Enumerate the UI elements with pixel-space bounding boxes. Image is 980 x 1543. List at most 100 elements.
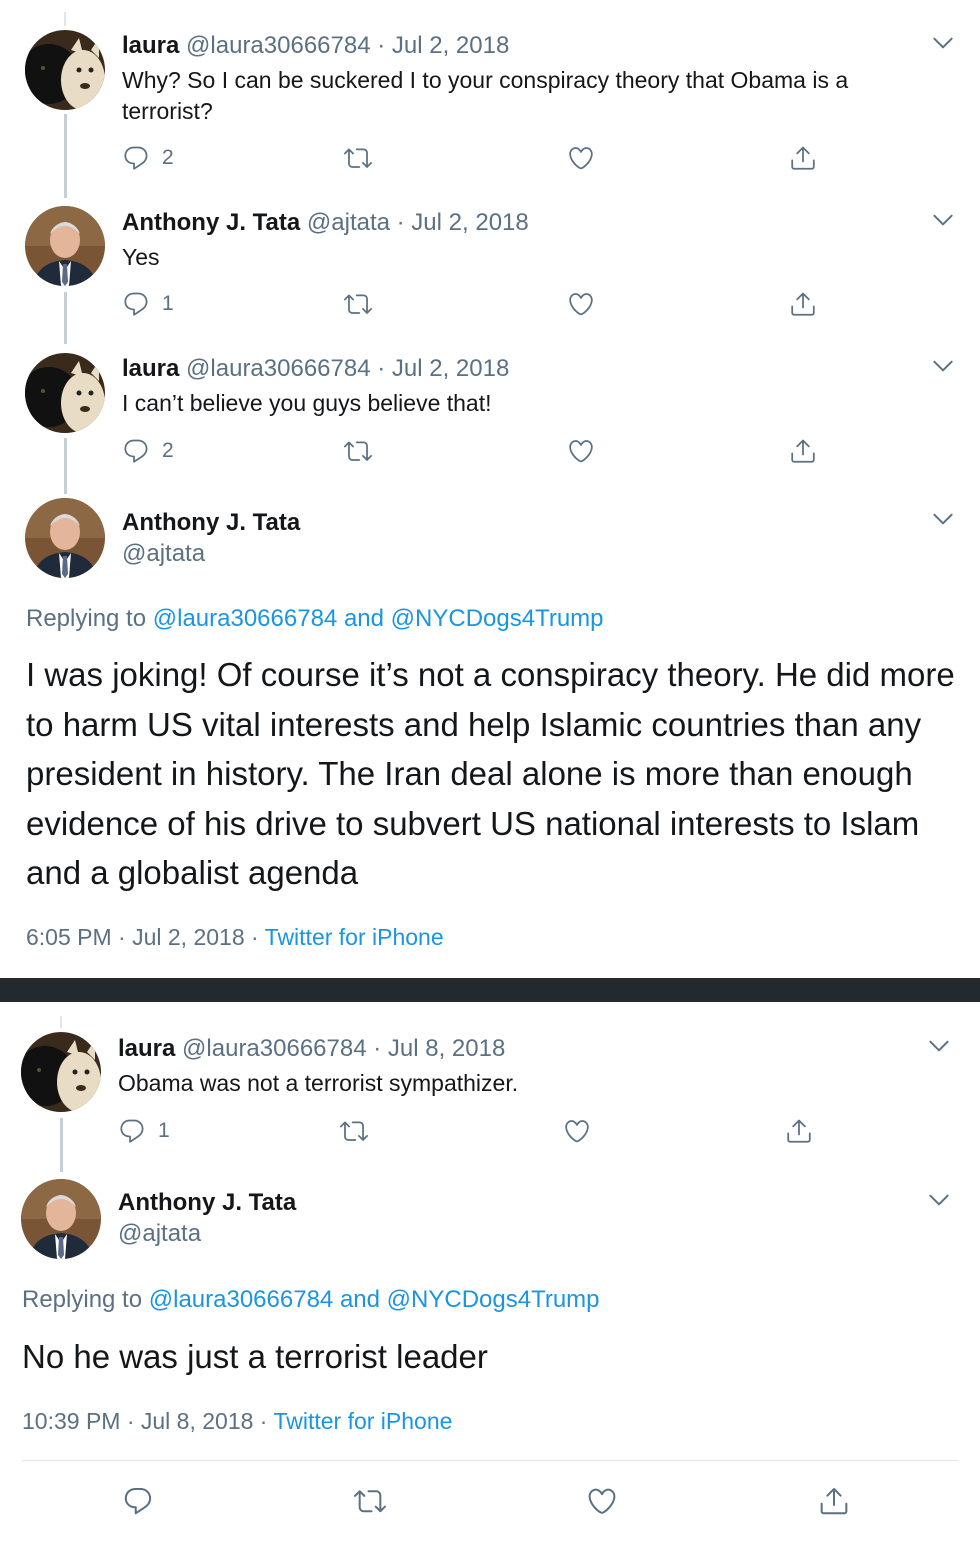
thread-line xyxy=(60,1016,62,1028)
reply-button[interactable]: 1 xyxy=(118,1116,170,1146)
avatar-laura-image xyxy=(21,1032,101,1112)
thread-line xyxy=(64,292,67,344)
like-button[interactable] xyxy=(567,289,595,319)
retweet-icon xyxy=(344,437,372,465)
avatar[interactable] xyxy=(25,30,105,110)
like-button[interactable] xyxy=(586,1486,618,1516)
tweet-text: I can’t believe you guys believe that! xyxy=(122,390,492,416)
share-icon xyxy=(789,437,817,465)
avatar[interactable] xyxy=(25,353,105,433)
reply-icon xyxy=(122,1485,154,1517)
avatar[interactable] xyxy=(21,1032,101,1112)
avatar-laura-image xyxy=(25,353,105,433)
conversation-panel-1: laura @laura30666784 · Jul 2, 2018 Why? … xyxy=(0,0,980,978)
thread-line xyxy=(60,1118,63,1172)
share-button[interactable] xyxy=(818,1486,850,1516)
thread-line xyxy=(64,114,67,198)
mention-link[interactable]: @laura30666784 xyxy=(153,605,338,632)
mention-link[interactable]: @NYCDogs4Trump xyxy=(391,605,604,632)
replying-and: and xyxy=(343,605,384,632)
more-menu-button[interactable] xyxy=(930,353,956,379)
handle-date[interactable]: @ajtata · Jul 2, 2018 xyxy=(307,209,529,236)
like-button[interactable] xyxy=(563,1116,591,1146)
share-button[interactable] xyxy=(789,436,817,466)
author-handle[interactable]: @ajtata xyxy=(118,1220,201,1248)
reply-button[interactable] xyxy=(122,1486,154,1516)
reply-button[interactable]: 2 xyxy=(122,143,174,173)
reply-icon xyxy=(122,144,150,172)
reply-count: 1 xyxy=(158,1119,170,1142)
replying-and: and xyxy=(339,1286,380,1313)
source-link[interactable]: Twitter for iPhone xyxy=(265,924,444,950)
avatar[interactable] xyxy=(21,1179,101,1259)
share-icon xyxy=(789,144,817,172)
reply-count: 2 xyxy=(162,146,174,169)
heart-icon xyxy=(567,290,595,318)
author-name[interactable]: Anthony J. Tata xyxy=(122,509,300,537)
like-button[interactable] xyxy=(567,436,595,466)
tweet-meta: 10:39 PM · Jul 8, 2018 · Twitter for iPh… xyxy=(22,1407,452,1435)
tweet-text: Yes xyxy=(122,244,160,270)
conversation-panel-2: laura @laura30666784 · Jul 8, 2018 Obama… xyxy=(0,1002,980,1543)
author-name[interactable]: laura xyxy=(122,32,179,59)
reply-icon xyxy=(122,290,150,318)
time-date[interactable]: 10:39 PM · Jul 8, 2018 · xyxy=(22,1408,267,1434)
retweet-button[interactable] xyxy=(344,289,372,319)
tweet-text: I was joking! Of course it’s not a consp… xyxy=(26,656,955,891)
more-menu-button[interactable] xyxy=(930,30,956,56)
like-button[interactable] xyxy=(567,143,595,173)
share-button[interactable] xyxy=(789,143,817,173)
more-menu-button[interactable] xyxy=(926,1187,952,1213)
retweet-icon xyxy=(344,144,372,172)
avatar-tata-image xyxy=(21,1179,101,1259)
thread-line xyxy=(64,12,66,26)
avatar-tata-image xyxy=(25,498,105,578)
chevron-down-icon xyxy=(930,30,956,56)
retweet-button[interactable] xyxy=(344,436,372,466)
thread-line xyxy=(64,438,67,494)
author-name[interactable]: Anthony J. Tata xyxy=(122,209,300,236)
retweet-icon xyxy=(354,1485,386,1517)
share-button[interactable] xyxy=(789,289,817,319)
more-menu-button[interactable] xyxy=(926,1033,952,1059)
tweet-header: laura @laura30666784 · Jul 2, 2018 xyxy=(122,32,509,60)
retweet-button[interactable] xyxy=(340,1116,368,1146)
chevron-down-icon xyxy=(926,1033,952,1059)
divider xyxy=(22,1460,958,1461)
handle-date[interactable]: @laura30666784 · Jul 8, 2018 xyxy=(182,1035,505,1062)
tweet-header: laura @laura30666784 · Jul 8, 2018 xyxy=(118,1035,505,1063)
share-icon xyxy=(789,290,817,318)
reply-icon xyxy=(118,1117,146,1145)
author-name[interactable]: laura xyxy=(122,355,179,382)
avatar[interactable] xyxy=(25,206,105,286)
time-date[interactable]: 6:05 PM · Jul 2, 2018 · xyxy=(26,924,259,950)
heart-icon xyxy=(567,144,595,172)
source-link[interactable]: Twitter for iPhone xyxy=(273,1408,452,1434)
share-button[interactable] xyxy=(785,1116,813,1146)
more-menu-button[interactable] xyxy=(930,506,956,532)
mention-link[interactable]: @NYCDogs4Trump xyxy=(387,1286,600,1313)
share-icon xyxy=(818,1485,850,1517)
author-name[interactable]: laura xyxy=(118,1035,175,1062)
tweet-text: Obama was not a terrorist sympathizer. xyxy=(118,1070,519,1096)
author-handle[interactable]: @ajtata xyxy=(122,540,205,568)
reply-button[interactable]: 2 xyxy=(122,436,174,466)
avatar[interactable] xyxy=(25,498,105,578)
more-menu-button[interactable] xyxy=(930,207,956,233)
retweet-button[interactable] xyxy=(354,1486,386,1516)
replying-to: Replying to @laura30666784 and @NYCDogs4… xyxy=(22,1286,600,1314)
replying-prefix: Replying to xyxy=(22,1286,143,1313)
reply-button[interactable]: 1 xyxy=(122,289,174,319)
tweet-text: No he was just a terrorist leader xyxy=(22,1338,488,1375)
heart-icon xyxy=(586,1485,618,1517)
handle-date[interactable]: @laura30666784 · Jul 2, 2018 xyxy=(186,32,509,59)
chevron-down-icon xyxy=(930,207,956,233)
reply-count: 2 xyxy=(162,439,174,462)
author-name[interactable]: Anthony J. Tata xyxy=(118,1189,296,1217)
mention-link[interactable]: @laura30666784 xyxy=(149,1286,334,1313)
retweet-button[interactable] xyxy=(344,143,372,173)
handle-date[interactable]: @laura30666784 · Jul 2, 2018 xyxy=(186,355,509,382)
tweet-header: Anthony J. Tata @ajtata · Jul 2, 2018 xyxy=(122,209,529,237)
avatar-laura-image xyxy=(25,30,105,110)
heart-icon xyxy=(567,437,595,465)
